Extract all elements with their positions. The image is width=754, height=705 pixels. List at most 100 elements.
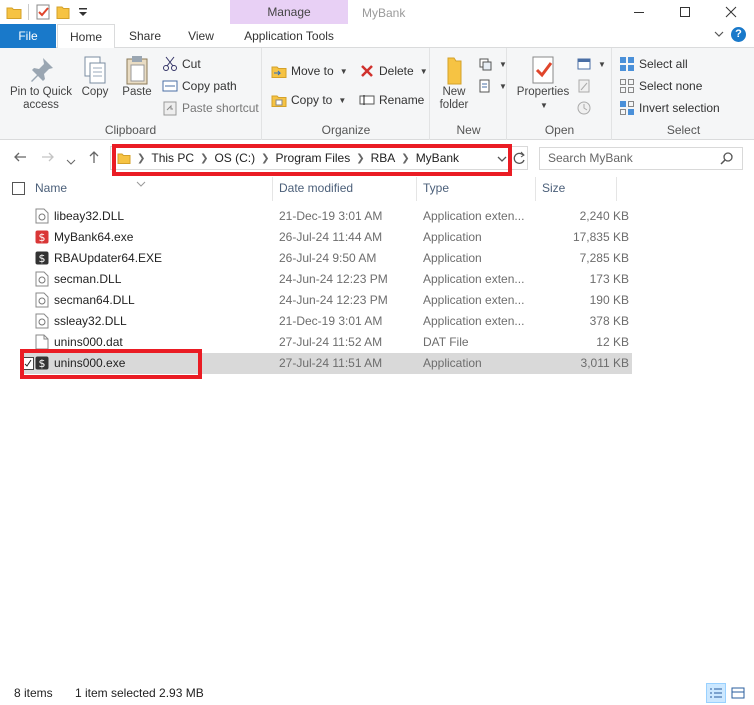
search-placeholder: Search MyBank: [548, 151, 633, 165]
file-type: Application exten...: [423, 314, 525, 328]
svg-text:$: $: [39, 357, 46, 370]
column-type[interactable]: Type: [423, 181, 449, 195]
rename-icon: [359, 92, 375, 108]
back-button[interactable]: [12, 149, 28, 168]
breadcrumb-mybank[interactable]: MyBank: [416, 151, 459, 165]
history-button[interactable]: [576, 100, 592, 116]
tab-share[interactable]: Share: [122, 24, 168, 48]
column-divider[interactable]: [535, 177, 536, 201]
rename-button[interactable]: Rename: [359, 92, 424, 108]
open-button[interactable]: ▼: [576, 56, 606, 72]
file-row[interactable]: libeay32.DLL 21-Dec-19 3:01 AM Applicati…: [20, 206, 632, 227]
breadcrumb-separator-icon[interactable]: ❯: [261, 153, 269, 164]
new-folder-label-line1: New: [442, 86, 466, 98]
file-size: 7,285 KB: [579, 251, 629, 265]
search-icon: [720, 151, 734, 172]
tab-view[interactable]: View: [180, 24, 222, 48]
copy-to-icon: [271, 92, 287, 108]
edit-button[interactable]: [576, 78, 592, 94]
tab-application-tools[interactable]: Application Tools: [230, 24, 348, 48]
file-date: 24-Jun-24 12:23 PM: [279, 272, 388, 286]
file-row[interactable]: secman.DLL 24-Jun-24 12:23 PM Applicatio…: [20, 269, 632, 290]
details-view-icon: [710, 688, 722, 698]
window-title: MyBank: [362, 6, 406, 20]
dat-file-icon: [35, 334, 49, 350]
breadcrumb-rba[interactable]: RBA: [371, 151, 396, 165]
file-row-selected[interactable]: $ unins000.exe 27-Jul-24 11:51 AM Applic…: [20, 353, 632, 374]
file-row[interactable]: $ MyBank64.exe 26-Jul-24 11:44 AM Applic…: [20, 227, 632, 248]
dll-icon: [35, 271, 49, 287]
file-type: Application: [423, 230, 482, 244]
search-input[interactable]: Search MyBank: [539, 147, 743, 170]
tab-file[interactable]: File: [0, 24, 56, 48]
recent-locations-button[interactable]: [66, 153, 76, 169]
address-history-dropdown[interactable]: [496, 154, 508, 168]
column-date-modified[interactable]: Date modified: [279, 181, 353, 195]
column-size[interactable]: Size: [542, 181, 565, 195]
back-arrow-icon: [14, 152, 26, 162]
copy-to-button[interactable]: Copy to ▼: [271, 92, 346, 108]
new-folder-icon[interactable]: [55, 4, 71, 20]
ribbon-controls: ?: [713, 27, 746, 42]
tab-home[interactable]: Home: [57, 24, 115, 49]
column-name[interactable]: Name: [35, 181, 67, 195]
select-none-label: Select none: [639, 79, 703, 93]
select-none-button[interactable]: Select none: [619, 78, 702, 94]
pin-to-quick-access-button[interactable]: Pin to Quick access: [6, 54, 76, 112]
file-row[interactable]: unins000.dat 27-Jul-24 11:52 AM DAT File…: [20, 332, 632, 353]
clipboard-group: Pin to Quick access Copy Paste Cut Copy …: [0, 48, 262, 140]
copy-path-button[interactable]: Copy path: [162, 78, 237, 94]
new-item-button[interactable]: ▼: [477, 56, 507, 72]
cut-button[interactable]: Cut: [162, 56, 201, 72]
new-folder-button[interactable]: New folder: [435, 54, 473, 112]
easy-access-button[interactable]: ▼: [477, 78, 507, 94]
breadcrumb-this-pc[interactable]: This PC: [151, 151, 194, 165]
manage-contextual-tab[interactable]: Manage: [230, 0, 348, 24]
file-name: libeay32.DLL: [54, 209, 125, 223]
breadcrumb-separator-icon[interactable]: ❯: [137, 153, 145, 164]
chevron-down-icon[interactable]: [713, 28, 725, 42]
breadcrumb-program-files[interactable]: Program Files: [276, 151, 351, 165]
help-icon[interactable]: ?: [731, 27, 746, 42]
minimize-button[interactable]: [616, 0, 662, 24]
file-row[interactable]: ssleay32.DLL 21-Dec-19 3:01 AM Applicati…: [20, 311, 632, 332]
history-icon: [576, 100, 592, 116]
status-bar: 8 items 1 item selected 2.93 MB: [0, 681, 754, 705]
paste-button[interactable]: Paste: [118, 54, 156, 99]
file-row[interactable]: secman64.DLL 24-Jun-24 12:23 PM Applicat…: [20, 290, 632, 311]
up-button[interactable]: [86, 149, 102, 168]
column-divider[interactable]: [416, 177, 417, 201]
copy-button[interactable]: Copy: [78, 54, 112, 99]
breadcrumb-separator-icon[interactable]: ❯: [356, 153, 364, 164]
delete-button[interactable]: Delete ▼: [359, 63, 428, 79]
breadcrumb-separator-icon[interactable]: ❯: [401, 153, 409, 164]
paste-shortcut-button[interactable]: Paste shortcut: [162, 100, 259, 116]
properties-check-icon[interactable]: [35, 4, 51, 20]
breadcrumb-separator-icon[interactable]: ❯: [200, 153, 208, 164]
select-all-button[interactable]: Select all: [619, 56, 688, 72]
qat-dropdown-icon[interactable]: [75, 4, 91, 20]
maximize-button[interactable]: [662, 0, 708, 24]
move-to-label: Move to: [291, 64, 334, 78]
sort-indicator-icon: [136, 176, 146, 190]
details-view-button[interactable]: [706, 683, 726, 703]
close-button[interactable]: [708, 0, 754, 24]
select-all-checkbox[interactable]: [12, 182, 25, 198]
selection-info: 1 item selected 2.93 MB: [75, 686, 204, 700]
move-to-button[interactable]: Move to ▼: [271, 63, 348, 79]
new-folder-label-line2: folder: [439, 99, 469, 111]
copy-to-label: Copy to: [291, 93, 333, 107]
breadcrumb-os-c[interactable]: OS (C:): [214, 151, 255, 165]
row-checkbox[interactable]: [22, 357, 34, 373]
properties-label: Properties: [516, 86, 570, 98]
invert-selection-button[interactable]: Invert selection: [619, 100, 720, 116]
file-row[interactable]: $ RBAUpdater64.EXE 26-Jul-24 9:50 AM App…: [20, 248, 632, 269]
properties-button[interactable]: Properties ▼: [516, 54, 570, 112]
forward-button[interactable]: [40, 149, 56, 168]
column-divider[interactable]: [616, 177, 617, 201]
refresh-button[interactable]: [512, 151, 526, 168]
address-bar[interactable]: ❯ This PC ❯ OS (C:) ❯ Program Files ❯ RB…: [110, 146, 528, 170]
file-size: 3,011 KB: [580, 356, 629, 370]
column-divider[interactable]: [272, 177, 273, 201]
large-icons-view-button[interactable]: [728, 683, 748, 703]
